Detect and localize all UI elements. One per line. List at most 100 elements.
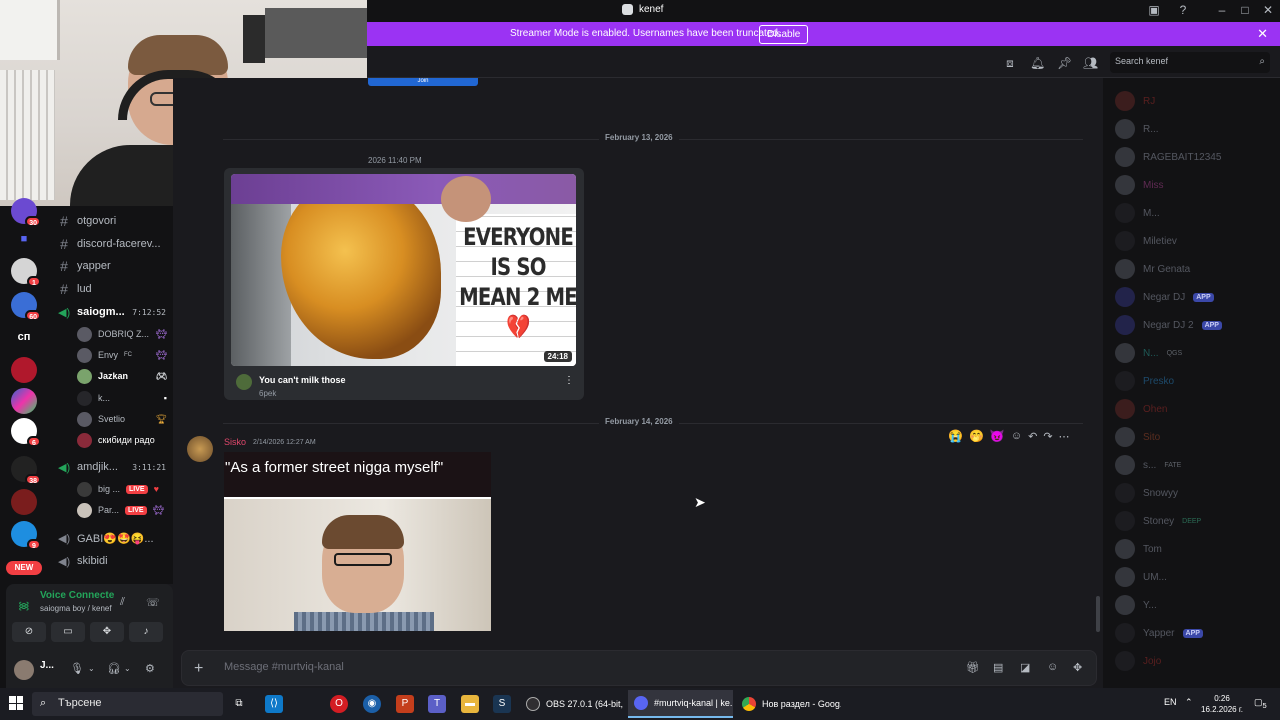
quick-reaction[interactable]: 😈 xyxy=(990,429,1005,443)
message-input[interactable] xyxy=(224,661,924,673)
voice-user[interactable]: k... ▪ xyxy=(77,388,167,408)
voice-user[interactable]: big ... LIVE ♥ xyxy=(77,479,167,499)
gif-icon[interactable]: ▤ xyxy=(993,661,1003,674)
task-view-icon[interactable]: ⧉ xyxy=(230,695,248,713)
member-item[interactable]: Sito xyxy=(1115,426,1160,448)
avatar[interactable] xyxy=(187,436,213,462)
server-icon[interactable] xyxy=(11,357,37,383)
emoji-icon[interactable]: ☺ xyxy=(1047,661,1058,673)
microphone-icon[interactable]: 🎙︎ xyxy=(70,662,84,675)
soundboard-button[interactable]: ♪ xyxy=(129,622,163,642)
forward-icon[interactable]: ↷ xyxy=(1043,430,1052,443)
quick-reaction[interactable]: 😭 xyxy=(948,429,963,443)
server-icon[interactable]: 60 xyxy=(11,292,41,321)
server-text-icon[interactable]: сп xyxy=(11,324,37,350)
taskbar-app-obs[interactable]: OBS 27.0.1 (64-bit, ... xyxy=(520,690,625,718)
apps-icon[interactable]: ✥ xyxy=(1073,661,1082,674)
gift-icon[interactable]: 🎁︎ xyxy=(966,661,980,674)
member-item[interactable]: Tom xyxy=(1115,538,1162,560)
taskbar-search-input[interactable] xyxy=(58,697,208,709)
search-box[interactable]: ⌕ xyxy=(1110,52,1270,73)
pinned-messages-icon[interactable]: 📌︎ xyxy=(1057,56,1072,70)
tray-chevron-up-icon[interactable]: ⌃ xyxy=(1185,697,1193,708)
taskbar-search[interactable]: ⌕ xyxy=(32,692,223,716)
file-explorer-icon[interactable]: ▬ xyxy=(461,695,479,713)
vscode-icon[interactable]: ⟨⟩ xyxy=(265,695,283,713)
server-icon[interactable]: 38 xyxy=(11,456,41,485)
disconnect-icon[interactable]: ☏ xyxy=(146,596,160,609)
member-item[interactable]: s... FATE xyxy=(1115,454,1181,476)
message-image[interactable]: "As a former street nigga myself" xyxy=(224,452,491,631)
text-channel[interactable]: # discord-facerev... xyxy=(58,234,160,254)
server-icon[interactable] xyxy=(11,388,37,414)
member-item[interactable]: Negar DJ 2 APP xyxy=(1115,314,1222,336)
powerpoint-icon[interactable]: P xyxy=(396,695,414,713)
language-indicator[interactable]: EN xyxy=(1164,697,1177,707)
folder-icon[interactable]: ■ xyxy=(11,226,37,252)
message-author[interactable]: Sisko xyxy=(224,437,246,447)
member-item[interactable]: Stoney DEEP xyxy=(1115,510,1201,532)
taskbar-app-chrome[interactable]: Нов раздел - Goog... xyxy=(736,690,841,718)
new-servers-pill[interactable]: NEW xyxy=(6,561,42,575)
voice-channel-active[interactable]: ◀) saiogm... 7:12:52 xyxy=(58,302,166,322)
avatar[interactable] xyxy=(14,660,34,680)
member-item[interactable]: Ohen xyxy=(1115,398,1167,420)
voice-channel[interactable]: ◀) skibidi xyxy=(58,551,108,571)
server-icon[interactable]: 6 xyxy=(11,418,41,447)
threads-icon[interactable]: ⧈ xyxy=(1003,56,1017,70)
voice-channel[interactable]: ◀) GABI😍🤩😝... xyxy=(58,528,154,548)
voice-user[interactable]: DOBRIQ Z... 👾︎ xyxy=(77,324,167,344)
server-icon[interactable]: 1 xyxy=(11,258,41,287)
taskbar-clock[interactable]: 0:26 16.2.2026 г. xyxy=(1200,693,1244,715)
maximize-button[interactable]: □ xyxy=(1237,3,1253,17)
teams-icon[interactable]: T xyxy=(428,695,446,713)
member-item[interactable]: Y... xyxy=(1115,594,1157,616)
more-horizontal-icon[interactable]: ⋯ xyxy=(1059,430,1070,443)
screen-share-button[interactable]: ▭ xyxy=(51,622,85,642)
member-item[interactable]: Yapper APP xyxy=(1115,622,1203,644)
member-list-icon[interactable]: 👥︎ xyxy=(1083,56,1098,70)
member-item[interactable]: Presko xyxy=(1115,370,1174,392)
notification-icon[interactable]: ▢5 xyxy=(1254,697,1267,710)
noise-suppression-icon[interactable]: ⫽ xyxy=(120,596,125,609)
voice-channel[interactable]: ◀) amdjik... 3:11:21 xyxy=(58,457,166,477)
video-title[interactable]: You can't milk those xyxy=(259,375,346,385)
camera-off-button[interactable]: ⊘ xyxy=(12,622,46,642)
voice-user[interactable]: Envy FC 👾︎ xyxy=(77,345,167,365)
member-item[interactable]: R... xyxy=(1115,118,1159,140)
member-item[interactable]: N... QGS xyxy=(1115,342,1182,364)
headphones-icon[interactable]: 🎧︎ xyxy=(107,662,121,675)
chat-scrollbar[interactable] xyxy=(1094,78,1102,653)
member-item[interactable]: UM... xyxy=(1115,566,1167,588)
server-icon[interactable] xyxy=(11,489,37,515)
close-window-button[interactable]: ✕ xyxy=(1260,3,1276,17)
settings-gear-icon[interactable]: ⚙ xyxy=(145,662,155,675)
voice-location[interactable]: saiogma boy / kenef xyxy=(40,604,112,613)
minimize-button[interactable]: – xyxy=(1214,3,1230,17)
member-item[interactable]: Negar DJ APP xyxy=(1115,286,1214,308)
disable-streamer-mode-button[interactable]: Disable xyxy=(759,25,809,44)
voice-status-title[interactable]: Voice Connecte xyxy=(40,590,114,601)
voice-user[interactable]: скибиди радо xyxy=(77,430,167,450)
text-channel[interactable]: # otgovori xyxy=(58,211,116,231)
help-icon[interactable]: ? xyxy=(1175,3,1191,17)
text-channel[interactable]: # yapper xyxy=(58,256,111,276)
server-icon[interactable]: 9 xyxy=(11,521,41,550)
reply-icon[interactable]: ↶ xyxy=(1028,430,1037,443)
member-item[interactable]: Jojo xyxy=(1115,650,1161,672)
member-item[interactable]: Miss xyxy=(1115,174,1164,196)
quick-reaction[interactable]: 🤭 xyxy=(969,429,984,443)
add-attachment-icon[interactable]: + xyxy=(194,660,203,678)
text-channel[interactable]: # lud xyxy=(58,279,92,299)
windows-start-icon[interactable] xyxy=(9,696,23,710)
more-vertical-icon[interactable]: ⋮ xyxy=(564,375,574,386)
scrollbar-thumb[interactable] xyxy=(1096,596,1100,632)
add-reaction-icon[interactable]: ☺ xyxy=(1011,430,1022,442)
voice-user[interactable]: Svetlio 🏆︎ xyxy=(77,409,167,429)
server-icon[interactable]: 30 xyxy=(11,198,41,227)
chevron-down-icon[interactable]: ⌄ xyxy=(88,664,95,673)
opera-icon[interactable]: O xyxy=(330,695,348,713)
member-item[interactable]: Miletiev xyxy=(1115,230,1177,252)
inbox-icon[interactable]: ▣ xyxy=(1146,3,1162,17)
notification-bell-icon[interactable]: 🔔︎ xyxy=(1030,56,1045,70)
